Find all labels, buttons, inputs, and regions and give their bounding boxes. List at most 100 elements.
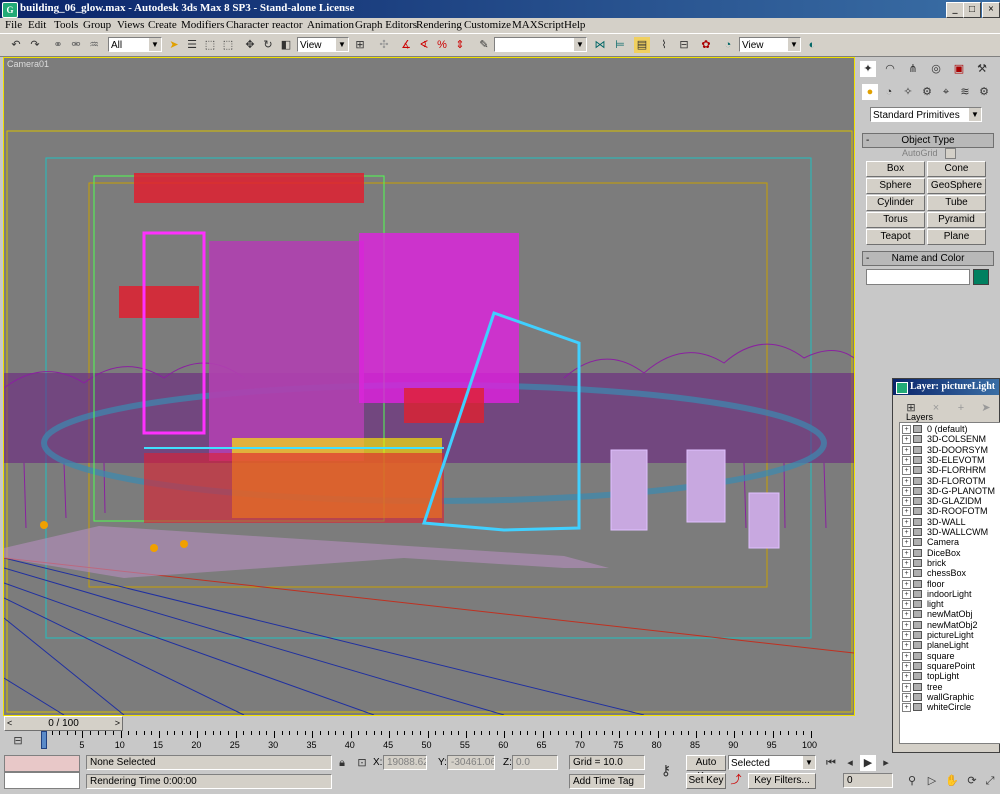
redo-icon[interactable]: ↷: [27, 37, 43, 53]
key-filters-button[interactable]: Key Filters...: [748, 773, 816, 789]
helpers-icon[interactable]: ⌖: [938, 84, 954, 100]
undo-icon[interactable]: ↶: [8, 37, 24, 53]
expand-icon[interactable]: +: [902, 651, 911, 661]
expand-icon[interactable]: +: [902, 466, 911, 476]
menu-views[interactable]: Views: [117, 19, 144, 31]
cameras-icon[interactable]: ⚙: [919, 84, 935, 100]
camera-viewport[interactable]: Camera01: [3, 57, 855, 716]
menu-graph-editors[interactable]: Graph Editors: [355, 19, 417, 31]
align-icon[interactable]: ⊨: [612, 37, 628, 53]
systems-icon[interactable]: ⚙: [976, 84, 992, 100]
primitive-category-dropdown[interactable]: Standard Primitives ▼: [870, 107, 982, 122]
maxscript-output-mini[interactable]: [4, 772, 80, 789]
key-mode-icon[interactable]: ⚷: [655, 762, 677, 778]
create-tab-icon[interactable]: ✦: [860, 61, 876, 77]
menu-file[interactable]: File: [5, 19, 22, 31]
expand-icon[interactable]: +: [902, 682, 911, 692]
expand-icon[interactable]: +: [902, 476, 911, 486]
teapot-button[interactable]: Teapot: [866, 229, 925, 245]
menu-tools[interactable]: Tools: [54, 19, 78, 31]
selection-filter-dropdown[interactable]: All ▼: [108, 37, 162, 52]
default-tangent-icon[interactable]: ⤴: [728, 772, 744, 788]
time-slider-knob[interactable]: < 0 / 100 >: [4, 716, 123, 731]
pan-hand-icon[interactable]: ✋: [944, 773, 960, 789]
manipulate-icon[interactable]: ✣: [376, 37, 392, 53]
expand-icon[interactable]: +: [902, 455, 911, 465]
render-view-dropdown[interactable]: View ▼: [739, 37, 801, 52]
expand-icon[interactable]: +: [902, 517, 911, 527]
orbit-icon[interactable]: ⟳: [964, 773, 980, 789]
menu-animation[interactable]: Animation: [307, 19, 354, 31]
hierarchy-tab-icon[interactable]: ⋔: [905, 61, 921, 77]
display-tab-icon[interactable]: ▣: [951, 61, 967, 77]
x-coordinate-field[interactable]: 19088.621: [383, 755, 427, 770]
menu-rendering[interactable]: Rendering: [416, 19, 462, 31]
expand-icon[interactable]: +: [902, 497, 911, 507]
expand-icon[interactable]: +: [902, 579, 911, 589]
torus-button[interactable]: Torus: [866, 212, 925, 228]
expand-icon[interactable]: +: [902, 569, 911, 579]
expand-icon[interactable]: +: [902, 528, 911, 537]
geometry-icon[interactable]: ●: [862, 84, 878, 100]
current-frame-marker[interactable]: [41, 731, 47, 749]
tube-button[interactable]: Tube: [927, 195, 986, 211]
lights-icon[interactable]: ✧: [900, 84, 916, 100]
time-slider-track[interactable]: [3, 716, 853, 730]
space-warps-icon[interactable]: ≋: [957, 84, 973, 100]
schematic-view-icon[interactable]: ⊟: [676, 37, 692, 53]
expand-icon[interactable]: +: [902, 507, 911, 517]
expand-icon[interactable]: +: [902, 548, 911, 558]
current-frame-field[interactable]: 0: [843, 773, 893, 788]
close-button[interactable]: ×: [982, 2, 1000, 18]
rotate-icon[interactable]: ↻: [260, 37, 276, 53]
spinner-snap-icon[interactable]: ⇕: [452, 37, 468, 53]
render-scene-icon[interactable]: ◔: [720, 37, 736, 53]
cylinder-button[interactable]: Cylinder: [866, 195, 925, 211]
select-by-name-icon[interactable]: ☰: [184, 37, 200, 53]
mirror-icon[interactable]: ⋈: [592, 37, 608, 53]
field-of-view-icon[interactable]: ▷: [924, 773, 940, 789]
curve-editor-icon[interactable]: ⌇: [656, 37, 672, 53]
add-layer-icon[interactable]: +: [953, 400, 969, 416]
prev-frame-icon[interactable]: <: [7, 717, 12, 730]
snap-toggle-icon[interactable]: ∡: [398, 37, 414, 53]
expand-icon[interactable]: +: [902, 425, 911, 434]
z-coordinate-field[interactable]: 0.0: [512, 755, 558, 770]
object-name-input[interactable]: [866, 269, 970, 285]
percent-snap-icon[interactable]: %: [434, 37, 450, 53]
shapes-icon[interactable]: ◔: [881, 84, 897, 100]
scale-icon[interactable]: ◧: [278, 37, 294, 53]
cone-button[interactable]: Cone: [927, 161, 986, 177]
app-icon[interactable]: G: [2, 2, 18, 18]
edit-named-selection-icon[interactable]: ✎: [476, 37, 492, 53]
maxscript-listener-mini[interactable]: [4, 755, 80, 772]
plane-button[interactable]: Plane: [927, 229, 986, 245]
modify-tab-icon[interactable]: ◠: [882, 61, 898, 77]
pivot-center-icon[interactable]: ⊞: [352, 37, 368, 53]
expand-icon[interactable]: +: [902, 631, 911, 640]
layer-list[interactable]: +0 (default) +3D-COLSENM +3D-DOORSYM +3D-EL…: [899, 422, 1000, 744]
motion-tab-icon[interactable]: ◎: [928, 61, 944, 77]
menu-customize[interactable]: Customize: [464, 19, 511, 31]
zoom-icon[interactable]: ⚲: [904, 773, 920, 789]
key-selection-dropdown[interactable]: Selected ▼: [728, 755, 816, 770]
geosphere-button[interactable]: GeoSphere: [927, 178, 986, 194]
next-frame-button-icon[interactable]: ▸: [878, 755, 894, 771]
next-frame-icon[interactable]: >: [115, 717, 120, 730]
maximize-viewport-icon[interactable]: ⤢: [982, 773, 998, 789]
expand-icon[interactable]: +: [902, 672, 911, 682]
menu-group[interactable]: Group: [83, 19, 111, 31]
named-selection-dropdown[interactable]: ▼: [494, 37, 587, 52]
expand-icon[interactable]: +: [902, 589, 911, 599]
select-object-icon[interactable]: ➤: [166, 37, 182, 53]
expand-icon[interactable]: +: [902, 445, 911, 455]
move-icon[interactable]: ✥: [242, 37, 258, 53]
material-editor-icon[interactable]: ✿: [698, 37, 714, 53]
layer-manager-icon[interactable]: ▤: [634, 37, 650, 53]
angle-snap-icon[interactable]: ∢: [416, 37, 432, 53]
expand-icon[interactable]: +: [902, 641, 911, 651]
layer-window-titlebar[interactable]: Layer: pictureLight: [893, 379, 999, 395]
select-link-icon[interactable]: ⚭: [50, 37, 66, 53]
window-crossing-icon[interactable]: ⬚: [220, 37, 236, 53]
play-icon[interactable]: ▶: [860, 755, 876, 771]
